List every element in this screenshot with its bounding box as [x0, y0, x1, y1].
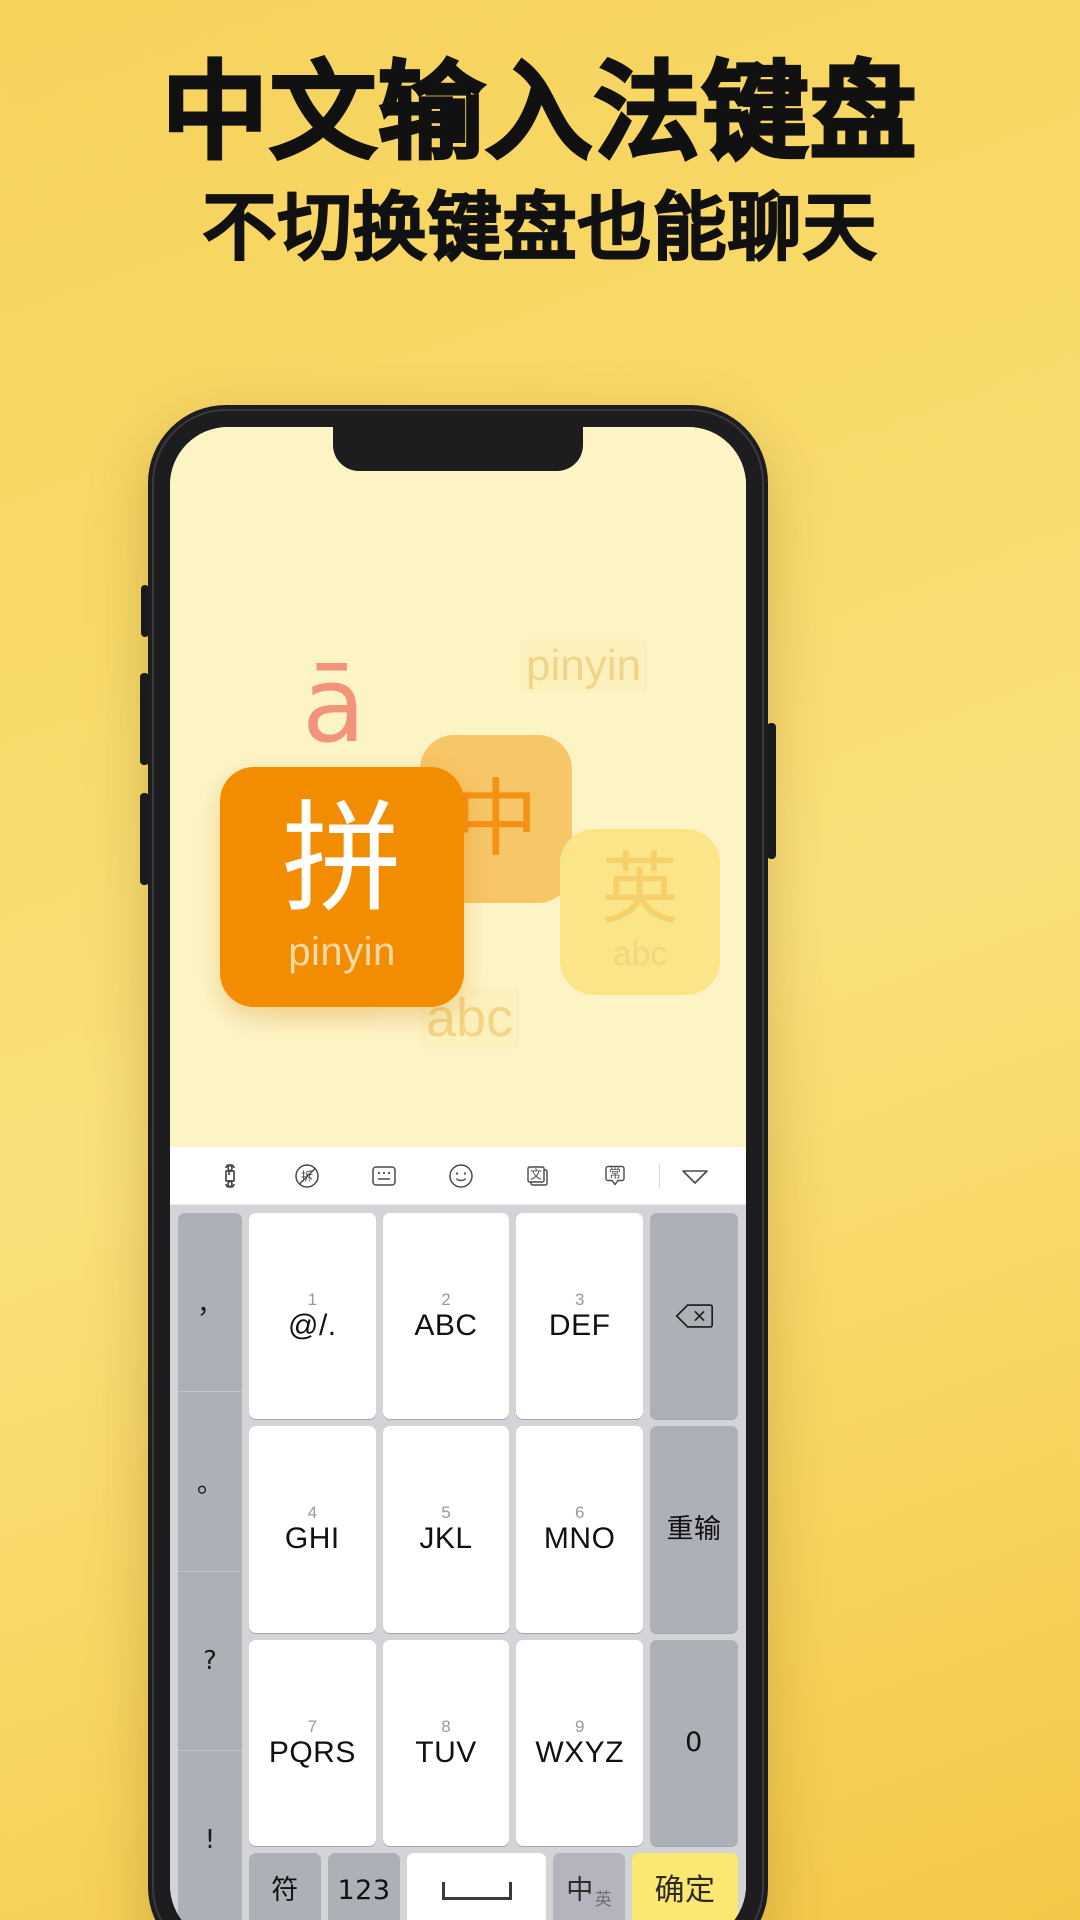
- numeric-key[interactable]: 123: [328, 1852, 400, 1920]
- key-6[interactable]: 6 MNO: [516, 1426, 644, 1633]
- key-5-label: JKL: [419, 1522, 473, 1556]
- language-toggle-main: 中: [566, 1875, 594, 1907]
- keypad: 1 @/. 2 ABC 3 DEF 4 GHI 5 JKL 6 MNO 重输 7…: [249, 1213, 739, 1920]
- key-8-label: TUV: [415, 1735, 477, 1769]
- key-2-number: 2: [441, 1290, 451, 1310]
- key-8-number: 8: [441, 1716, 451, 1736]
- english-tile-sub: abc: [612, 934, 668, 973]
- mute-switch[interactable]: [141, 585, 149, 637]
- key-1[interactable]: 1 @/.: [249, 1213, 376, 1420]
- backspace-key[interactable]: [650, 1213, 739, 1420]
- language-toggle-key[interactable]: 中 英: [553, 1852, 625, 1920]
- space-key[interactable]: [407, 1852, 546, 1920]
- key-4-label: GHI: [284, 1522, 340, 1556]
- page-title: 中文输入法键盘: [161, 51, 918, 174]
- clover-icon[interactable]: [192, 1147, 269, 1204]
- a-macron-glyph: ā: [302, 644, 366, 766]
- key-5[interactable]: 5 JKL: [382, 1426, 510, 1633]
- retype-key-label: 重输: [666, 1513, 722, 1545]
- numeric-key-label: 123: [337, 1875, 391, 1907]
- split-chai-icon[interactable]: 拆: [269, 1147, 346, 1204]
- key-9-number: 9: [574, 1716, 585, 1736]
- key-9[interactable]: 9 WXYZ: [516, 1639, 644, 1846]
- pinyin-ghost-text: pinyin: [520, 639, 647, 693]
- toolbar-divider: [658, 1162, 660, 1189]
- punctuation-column: ， 。 ? !: [178, 1213, 242, 1920]
- key-3-label: DEF: [548, 1309, 611, 1343]
- pinyin-tile-sub: pinyin: [288, 929, 396, 974]
- phone-screen: pinyin abc ā 中 英 abc 拼 pinyin 拆 文 常 ， 。 …: [170, 427, 746, 1920]
- key-7-label: PQRS: [268, 1735, 356, 1769]
- pinyin-tile-glyph: 拼: [282, 789, 402, 929]
- key-4-number: 4: [307, 1503, 318, 1523]
- pinyin-tile[interactable]: 拼 pinyin: [220, 767, 464, 1007]
- key-6-number: 6: [574, 1503, 585, 1523]
- key-9-label: WXYZ: [535, 1735, 625, 1769]
- key-6-label: MNO: [543, 1522, 616, 1556]
- retype-key[interactable]: 重输: [650, 1426, 739, 1633]
- keyboard-keys: ， 。 ? ! 1 @/. 2 ABC 3 DEF 4 GHI 5 JKL 6 …: [170, 1205, 746, 1920]
- keyboard-icon[interactable]: [346, 1147, 423, 1204]
- enter-key[interactable]: 确定: [632, 1852, 738, 1920]
- language-toggle-sub: 英: [594, 1890, 612, 1911]
- enter-key-label: 确定: [654, 1872, 716, 1908]
- svg-text:拆: 拆: [301, 1168, 313, 1183]
- key-3-number: 3: [574, 1290, 585, 1310]
- key-2[interactable]: 2 ABC: [382, 1213, 510, 1420]
- collapse-keyboard-icon[interactable]: [666, 1147, 724, 1204]
- key-4[interactable]: 4 GHI: [249, 1426, 376, 1633]
- text-wen-icon[interactable]: 文: [499, 1147, 576, 1204]
- symbol-key[interactable]: 符: [249, 1852, 321, 1920]
- punct-key-period[interactable]: 。: [178, 1392, 242, 1572]
- page-subtitle: 不切换键盘也能聊天: [202, 185, 878, 272]
- key-1-label: @/.: [288, 1309, 337, 1343]
- phrases-chang-icon[interactable]: 常: [576, 1147, 653, 1204]
- key-5-number: 5: [441, 1503, 451, 1523]
- svg-text:常: 常: [609, 1166, 621, 1180]
- notch: [333, 427, 583, 471]
- emoji-icon[interactable]: [422, 1147, 499, 1204]
- power-button[interactable]: [767, 723, 776, 859]
- keyboard: 拆 文 常 ， 。 ? ! 1 @/. 2 ABC 3 DEF 4 GHI 5 …: [170, 1147, 746, 1920]
- punct-key-comma[interactable]: ，: [178, 1213, 242, 1393]
- punct-key-exclaim[interactable]: !: [178, 1751, 242, 1920]
- poster-headline: 中文输入法键盘 不切换键盘也能聊天: [0, 51, 1080, 273]
- key-2-label: ABC: [414, 1309, 478, 1343]
- space-bar-glyph: [441, 1881, 512, 1900]
- key-8[interactable]: 8 TUV: [382, 1639, 510, 1846]
- phone-mockup: pinyin abc ā 中 英 abc 拼 pinyin 拆 文 常 ， 。 …: [140, 405, 776, 1920]
- keypad-row: 4 GHI 5 JKL 6 MNO 重输: [249, 1426, 739, 1633]
- keypad-row: 7 PQRS 8 TUV 9 WXYZ 0: [249, 1639, 739, 1846]
- punct-key-question[interactable]: ?: [178, 1572, 242, 1751]
- key-1-number: 1: [307, 1290, 318, 1310]
- english-tile[interactable]: 英 abc: [560, 829, 720, 995]
- keyboard-toolbar: 拆 文 常: [170, 1147, 746, 1205]
- volume-down-button[interactable]: [140, 793, 149, 885]
- keypad-bottom-row: 符 123 中 英 确定: [249, 1852, 738, 1920]
- key-7[interactable]: 7 PQRS: [249, 1639, 376, 1846]
- key-0[interactable]: 0: [650, 1639, 739, 1846]
- english-tile-glyph: 英: [600, 844, 679, 935]
- key-7-number: 7: [307, 1716, 318, 1736]
- symbol-key-label: 符: [271, 1875, 299, 1907]
- app-canvas: pinyin abc ā 中 英 abc 拼 pinyin: [170, 427, 746, 1147]
- svg-text:文: 文: [530, 1166, 542, 1181]
- key-3[interactable]: 3 DEF: [516, 1213, 644, 1420]
- chinese-tile-glyph: 中: [453, 770, 538, 868]
- keypad-row: 1 @/. 2 ABC 3 DEF: [249, 1213, 739, 1420]
- key-0-label: 0: [685, 1727, 703, 1759]
- volume-up-button[interactable]: [140, 673, 149, 765]
- backspace-icon: [675, 1304, 714, 1328]
